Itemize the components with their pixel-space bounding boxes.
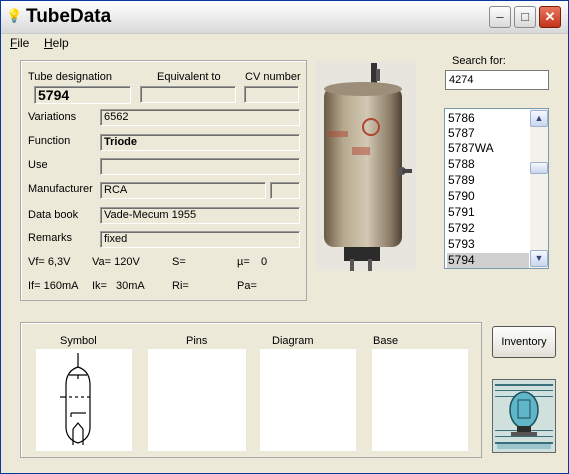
databook-label: Data book: [28, 209, 79, 221]
base-panel: [372, 349, 468, 451]
symbol-panel: [36, 349, 132, 451]
pins-panel: [148, 349, 246, 451]
list-item[interactable]: 5790: [447, 189, 529, 204]
tube-list[interactable]: 5786 5787 5787WA 5788 5789 5790 5791 579…: [444, 108, 549, 269]
ik-value: 30mA: [116, 280, 145, 292]
list-item[interactable]: 5787WA: [447, 141, 529, 156]
triode-symbol-icon: [60, 353, 91, 445]
list-item[interactable]: 5791: [447, 205, 529, 220]
s-value: S=: [172, 256, 186, 268]
function-label: Function: [28, 135, 71, 147]
equivalent-label: Equivalent to: [157, 71, 221, 83]
scroll-thumb[interactable]: [530, 162, 548, 174]
symbol-label: Symbol: [60, 335, 97, 347]
search-label: Search for:: [452, 55, 506, 67]
cv-field[interactable]: [244, 86, 299, 103]
designation-field[interactable]: 5794: [34, 86, 131, 104]
list-item[interactable]: 5788: [447, 157, 529, 172]
equivalent-field[interactable]: [140, 86, 236, 103]
scroll-down-icon[interactable]: ▼: [530, 250, 548, 267]
minimize-button[interactable]: –: [489, 6, 511, 28]
tube-logo-icon: [493, 380, 555, 452]
pa-value: Pa=: [237, 280, 257, 292]
base-label: Base: [373, 335, 399, 347]
remarks-label: Remarks: [28, 232, 73, 244]
menu-file-label: ile: [17, 36, 30, 50]
menu-help-label: elp: [52, 36, 69, 50]
menu-help[interactable]: Help: [44, 36, 69, 50]
scroll-up-icon[interactable]: ▲: [530, 110, 548, 127]
list-item[interactable]: 5786: [447, 111, 529, 126]
cv-label: CV number: [245, 71, 301, 83]
manufacturer-label: Manufacturer: [28, 183, 93, 195]
mu-label: µ=: [237, 256, 250, 268]
use-label: Use: [28, 159, 48, 171]
if-value: If= 160mA: [28, 280, 79, 292]
vf-value: Vf= 6,3V: [28, 256, 71, 268]
tubedata-logo: [492, 379, 556, 453]
diagram-panel: [260, 349, 356, 451]
ik-label: Ik=: [92, 280, 107, 292]
menu-bar: File Help: [1, 34, 568, 52]
lightbulb-icon: 💡: [6, 8, 23, 23]
manufacturer-extra-field[interactable]: [270, 182, 300, 199]
manufacturer-field[interactable]: RCA: [100, 182, 266, 199]
maximize-button[interactable]: □: [514, 6, 536, 28]
databook-field[interactable]: Vade-Mecum 1955: [100, 207, 300, 224]
ri-value: Ri=: [172, 280, 189, 292]
use-field[interactable]: [100, 158, 300, 175]
list-item[interactable]: 5787: [447, 126, 529, 141]
tube-photo: [316, 61, 416, 271]
list-scrollbar[interactable]: ▲ ▼: [530, 109, 548, 268]
window-title: TubeData: [26, 6, 112, 27]
variations-label: Variations: [28, 111, 77, 123]
list-item[interactable]: 5792: [447, 221, 529, 236]
title-bar[interactable]: 💡 TubeData – □ ✕: [1, 1, 568, 34]
mu-value: 0: [261, 256, 268, 268]
tube-photo-drawing: [316, 61, 416, 271]
list-item[interactable]: 5789: [447, 173, 529, 188]
function-field[interactable]: Triode: [100, 134, 300, 151]
inventory-button[interactable]: Inventory: [492, 326, 556, 358]
menu-help-accesskey: H: [44, 36, 53, 50]
menu-file[interactable]: File: [10, 36, 29, 50]
designation-label: Tube designation: [28, 71, 112, 83]
remarks-field[interactable]: fixed: [100, 231, 300, 248]
close-button[interactable]: ✕: [539, 6, 561, 28]
list-item[interactable]: 5793: [447, 237, 529, 252]
search-input[interactable]: 4274: [445, 70, 549, 90]
variations-field[interactable]: 6562: [100, 109, 300, 126]
va-value: Va= 120V: [92, 256, 140, 268]
diagram-label: Diagram: [272, 335, 314, 347]
list-item-selected[interactable]: 5794: [447, 253, 529, 268]
pins-label: Pins: [186, 335, 208, 347]
main-window: 💡 TubeData – □ ✕ File Help Tube designat…: [0, 0, 569, 474]
